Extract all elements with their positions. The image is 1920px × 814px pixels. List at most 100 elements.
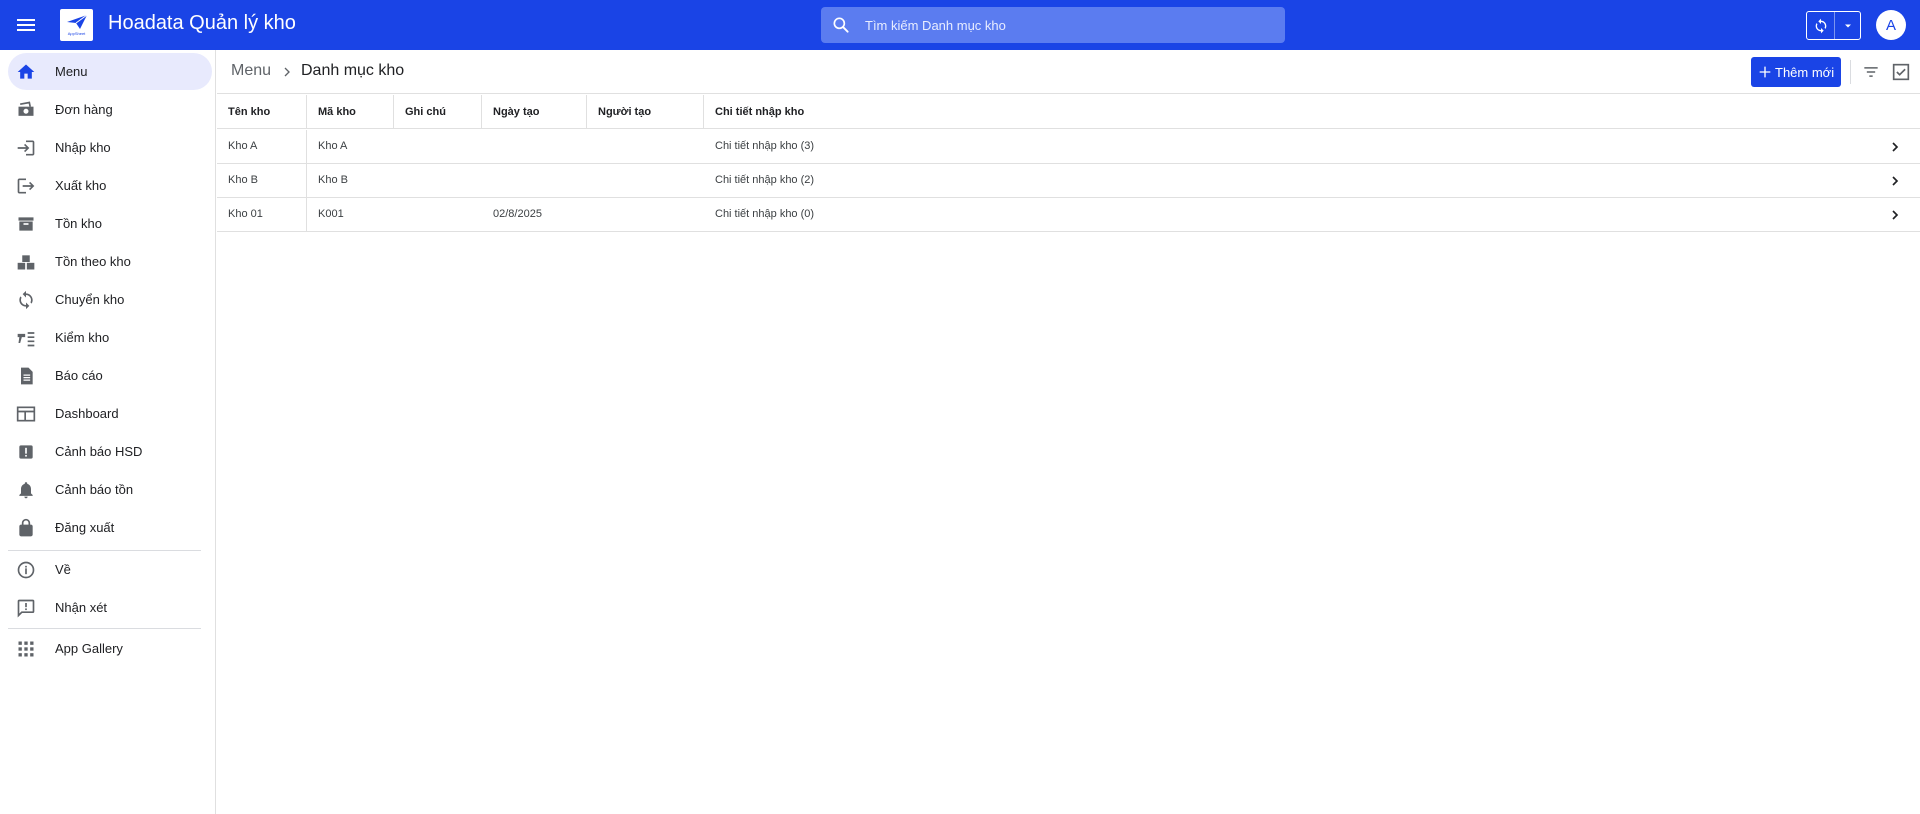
cell-stock-in-details: Chi tiết nhập kho (2) <box>715 174 815 186</box>
money-icon <box>18 101 34 116</box>
column-header[interactable]: Ghi chú <box>394 95 482 129</box>
cell-note <box>394 198 482 231</box>
caret-down-icon <box>1844 24 1851 27</box>
sidebar-item-label: Tồn theo kho <box>55 254 131 269</box>
cell-code: Kho B <box>318 174 348 186</box>
select-checkbox-icon[interactable] <box>1890 61 1912 83</box>
app-title: Hoadata Quản lý kho <box>108 12 296 34</box>
sidebar-item-transfer[interactable]: Chuyển kho <box>8 281 212 318</box>
sidebar-item-label: Cảnh báo tồn <box>55 482 134 497</box>
menu-icon[interactable] <box>14 13 38 37</box>
cell-stock-in-details: Chi tiết nhập kho (0) <box>715 208 815 220</box>
table-header: Tên kho Mã kho Ghi chú Ngày tạo Người tạ… <box>217 95 1920 129</box>
feedback-icon <box>17 599 35 618</box>
table-row[interactable]: Kho B Kho B Chi tiết nhập kho (2) <box>217 164 1920 198</box>
sync-button-group <box>1806 11 1861 40</box>
column-header[interactable]: Người tạo <box>587 95 704 129</box>
cell-created-date <box>482 164 587 197</box>
info-icon <box>17 561 35 579</box>
top-app-bar: AppSheet Hoadata Quản lý kho A <box>0 0 1920 50</box>
sidebar-item-label: Về <box>55 562 71 577</box>
search-icon <box>833 17 849 33</box>
cell-created-date <box>482 130 587 163</box>
user-avatar[interactable]: A <box>1876 10 1906 40</box>
search-box[interactable] <box>821 7 1285 43</box>
login-icon <box>17 140 35 156</box>
cell-created-date: 02/8/2025 <box>493 208 542 220</box>
sidebar-item-label: Nhập kho <box>55 140 111 155</box>
sidebar-item-stocktake[interactable]: Kiểm kho <box>8 319 212 356</box>
toolbar-divider <box>1850 60 1851 84</box>
sidebar-item-about[interactable]: Về <box>8 551 212 588</box>
logo-text: AppSheet <box>67 31 86 36</box>
sidebar-item-reports[interactable]: Báo cáo <box>8 357 212 394</box>
cell-stock-in-details: Chi tiết nhập kho (3) <box>715 140 815 152</box>
cell-created-by <box>587 164 704 197</box>
sidebar-item-label: Báo cáo <box>55 368 103 383</box>
sidebar-item-label: Tồn kho <box>55 216 102 231</box>
sidebar-item-logout[interactable]: Đăng xuất <box>8 509 212 546</box>
sidebar-item-label: Chuyển kho <box>55 292 125 307</box>
sidebar-item-label: Đăng xuất <box>55 520 115 535</box>
sidebar-item-label: Dashboard <box>55 406 119 421</box>
dashboard-icon <box>16 406 36 422</box>
column-header[interactable]: Ngày tạo <box>482 95 587 129</box>
chevron-right-icon <box>284 67 290 77</box>
cell-code: K001 <box>318 208 344 220</box>
column-header[interactable]: Tên kho <box>217 95 307 129</box>
cell-created-by <box>587 198 704 231</box>
sidebar-item-label: Kiểm kho <box>55 330 110 345</box>
sidebar-item-orders[interactable]: Đơn hàng <box>8 91 212 128</box>
filter-icon[interactable] <box>1861 62 1881 82</box>
lock-icon <box>19 518 33 537</box>
cell-note <box>394 130 482 163</box>
archive-icon <box>18 217 34 231</box>
sidebar-item-label: Nhận xét <box>55 600 108 615</box>
page-title: Danh mục kho <box>301 62 405 79</box>
sidebar-item-feedback[interactable]: Nhận xét <box>8 589 212 626</box>
cell-note <box>394 164 482 197</box>
sidebar-item-label: App Gallery <box>55 641 123 656</box>
sync-dropdown-button[interactable] <box>1835 12 1860 39</box>
table-row[interactable]: Kho 01 K001 02/8/2025 Chi tiết nhập kho … <box>217 198 1920 232</box>
column-header[interactable]: Chi tiết nhập kho <box>704 95 1004 129</box>
table-row[interactable]: Kho A Kho A Chi tiết nhập kho (3) <box>217 130 1920 164</box>
add-new-button[interactable]: Thêm mới <box>1751 57 1841 87</box>
paper-plane-icon <box>66 14 87 29</box>
logout-icon <box>17 178 35 194</box>
column-header[interactable]: Mã kho <box>307 95 394 129</box>
sync-icon <box>1815 18 1827 33</box>
sidebar-item-label: Xuất kho <box>55 178 107 193</box>
sync-button[interactable] <box>1807 12 1836 39</box>
sidebar-item-app-gallery[interactable]: App Gallery <box>8 630 212 667</box>
add-new-label: Thêm mới <box>1775 65 1835 80</box>
boxes-icon <box>17 255 35 270</box>
apps-grid-icon <box>18 641 34 657</box>
alert-icon <box>19 445 33 459</box>
plus-icon <box>1759 66 1771 78</box>
sidebar-item-dashboard[interactable]: Dashboard <box>8 395 212 432</box>
cell-name: Kho A <box>217 130 307 163</box>
sidebar-item-stock-out[interactable]: Xuất kho <box>8 167 212 204</box>
sidebar-item-stock-alert[interactable]: Cảnh báo tồn <box>8 471 212 508</box>
sidebar-item-label: Menu <box>55 64 88 79</box>
checklist-icon <box>17 332 35 347</box>
cell-code: Kho A <box>318 140 348 152</box>
report-icon <box>21 367 33 385</box>
sidebar-item-inventory[interactable]: Tồn kho <box>8 205 212 242</box>
search-input[interactable] <box>865 7 1275 43</box>
sidebar-item-stock-in[interactable]: Nhập kho <box>8 129 212 166</box>
sidebar-item-label: Cảnh báo HSD <box>55 444 143 459</box>
chevron-right-icon <box>1892 176 1899 186</box>
sidebar-item-menu[interactable]: Menu <box>8 53 212 90</box>
sidebar-divider <box>8 628 201 629</box>
sidebar-item-label: Đơn hàng <box>55 102 113 117</box>
breadcrumb-root[interactable]: Menu <box>231 62 271 80</box>
chevron-right-icon <box>1892 142 1899 152</box>
sync-icon <box>19 290 33 310</box>
app-logo: AppSheet <box>60 9 93 41</box>
bell-icon <box>19 482 33 499</box>
home-icon <box>17 64 35 79</box>
sidebar-item-expiry-alert[interactable]: Cảnh báo HSD <box>8 433 212 470</box>
sidebar-item-inventory-by-warehouse[interactable]: Tồn theo kho <box>8 243 212 280</box>
